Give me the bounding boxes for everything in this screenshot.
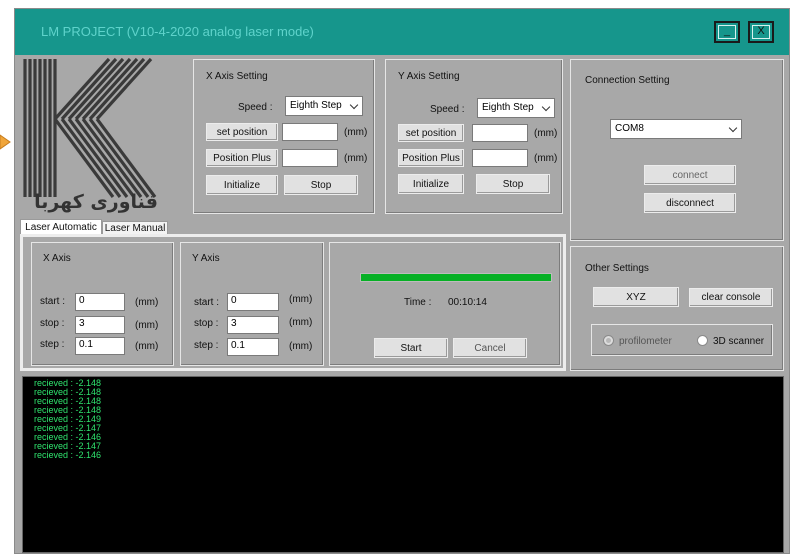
- y-position-plus-unit: (mm): [534, 153, 558, 164]
- y-step-input[interactable]: 0.1: [227, 338, 279, 356]
- y-set-position-button[interactable]: set position: [398, 124, 464, 142]
- x-start-input[interactable]: 0: [75, 293, 125, 311]
- y-position-plus-button[interactable]: Position Plus: [398, 149, 464, 167]
- y-axis-setting-title: Y Axis Setting: [398, 71, 460, 82]
- progress-bar: [360, 273, 552, 282]
- y-speed-value: Eighth Step: [482, 102, 534, 113]
- x-stop-input[interactable]: 3: [75, 316, 125, 334]
- x-stop-unit: (mm): [135, 320, 159, 331]
- y-stop-input[interactable]: 3: [227, 316, 279, 334]
- x-position-plus-unit: (mm): [344, 153, 368, 164]
- y-stop-unit: (mm): [289, 317, 313, 328]
- com-port-select[interactable]: COM8: [610, 119, 742, 139]
- time-value: 00:10:14: [448, 297, 487, 308]
- laser-automatic-panel: X Axis start : 0 (mm) stop : 3 (mm) step…: [20, 234, 566, 371]
- auto-x-axis-group: X Axis start : 0 (mm) stop : 3 (mm) step…: [31, 242, 174, 366]
- kahroba-k-logo-icon: [23, 57, 157, 198]
- console-line: recieved : -2.146: [34, 450, 102, 460]
- x-step-label: step :: [40, 339, 65, 350]
- cancel-button[interactable]: Cancel: [453, 338, 527, 358]
- y-start-label: start :: [194, 297, 220, 308]
- x-set-position-button[interactable]: set position: [206, 123, 278, 141]
- other-settings-group: Other Settings XYZ clear console profilo…: [570, 246, 784, 371]
- x-stop-button[interactable]: Stop: [284, 175, 358, 195]
- start-button[interactable]: Start: [374, 338, 448, 358]
- title-bar[interactable]: LM PROJECT (V10-4-2020 analog laser mode…: [15, 9, 789, 55]
- connection-setting-group: Connection Setting COM8 connect disconne…: [570, 59, 784, 241]
- y-step-label: step :: [194, 340, 219, 351]
- x-set-position-unit: (mm): [344, 127, 368, 138]
- time-label: Time :: [404, 297, 432, 308]
- disconnect-button[interactable]: disconnect: [644, 193, 736, 213]
- y-start-unit: (mm): [289, 294, 313, 305]
- y-stop-button[interactable]: Stop: [476, 174, 550, 194]
- x-axis-setting-title: X Axis Setting: [206, 71, 268, 82]
- connect-button[interactable]: connect: [644, 165, 736, 185]
- x-speed-select[interactable]: Eighth Step: [285, 96, 363, 116]
- x-start-unit: (mm): [135, 297, 159, 308]
- chevron-down-icon: [349, 100, 359, 110]
- y-speed-label: Speed :: [430, 104, 465, 115]
- logo-text: فناوری کهربا: [34, 191, 158, 213]
- chevron-down-icon: [541, 102, 551, 112]
- auto-y-axis-group: Y Axis start : 0 (mm) stop : 3 (mm) step…: [180, 242, 324, 366]
- console-output[interactable]: recieved : -2.148 recieved : -2.148 reci…: [22, 376, 784, 553]
- y-step-unit: (mm): [289, 341, 313, 352]
- minimize-button[interactable]: _: [714, 21, 740, 43]
- y-initialize-button[interactable]: Initialize: [398, 174, 464, 194]
- mode-radio-group: profilometer 3D scanner: [591, 324, 773, 356]
- main-window: LM PROJECT (V10-4-2020 analog laser mode…: [14, 8, 790, 554]
- connection-setting-title: Connection Setting: [585, 75, 670, 86]
- x-speed-value: Eighth Step: [290, 100, 342, 111]
- y-stop-label: stop :: [194, 318, 219, 329]
- auto-x-axis-title: X Axis: [43, 253, 71, 264]
- scanner-label: 3D scanner: [713, 336, 765, 347]
- chevron-down-icon: [728, 123, 738, 133]
- y-set-position-unit: (mm): [534, 128, 558, 139]
- x-step-input[interactable]: 0.1: [75, 337, 125, 355]
- y-start-input[interactable]: 0: [227, 293, 279, 311]
- clear-console-button[interactable]: clear console: [689, 288, 773, 307]
- x-axis-setting-group: X Axis Setting Speed : Eighth Step set p…: [193, 59, 375, 214]
- xyz-button[interactable]: XYZ: [593, 287, 679, 307]
- x-position-plus-input[interactable]: [282, 149, 338, 167]
- x-stop-label: stop :: [40, 318, 65, 329]
- y-speed-select[interactable]: Eighth Step: [477, 98, 555, 118]
- x-start-label: start :: [40, 296, 66, 307]
- y-set-position-input[interactable]: [472, 124, 528, 142]
- radio-dot-icon: [606, 338, 611, 343]
- profilometer-radio[interactable]: [603, 335, 614, 346]
- y-position-plus-input[interactable]: [472, 149, 528, 167]
- pointer-arrow-icon: [0, 134, 11, 150]
- x-initialize-button[interactable]: Initialize: [206, 175, 278, 195]
- x-position-plus-button[interactable]: Position Plus: [206, 149, 278, 167]
- tab-laser-manual[interactable]: Laser Manual: [102, 221, 168, 235]
- y-axis-setting-group: Y Axis Setting Speed : Eighth Step set p…: [385, 59, 563, 214]
- progress-bar-fill: [361, 274, 551, 281]
- window-title: LM PROJECT (V10-4-2020 analog laser mode…: [41, 24, 314, 39]
- com-port-value: COM8: [615, 123, 644, 134]
- x-step-unit: (mm): [135, 341, 159, 352]
- run-control-group: Time : 00:10:14 Start Cancel: [329, 242, 561, 366]
- x-set-position-input[interactable]: [282, 123, 338, 141]
- x-speed-label: Speed :: [238, 102, 273, 113]
- profilometer-label: profilometer: [619, 336, 672, 347]
- scanner-radio[interactable]: [697, 335, 708, 346]
- close-button[interactable]: X: [748, 21, 774, 43]
- tab-laser-automatic[interactable]: Laser Automatic: [20, 219, 102, 235]
- auto-y-axis-title: Y Axis: [192, 253, 220, 264]
- other-settings-title: Other Settings: [585, 263, 649, 274]
